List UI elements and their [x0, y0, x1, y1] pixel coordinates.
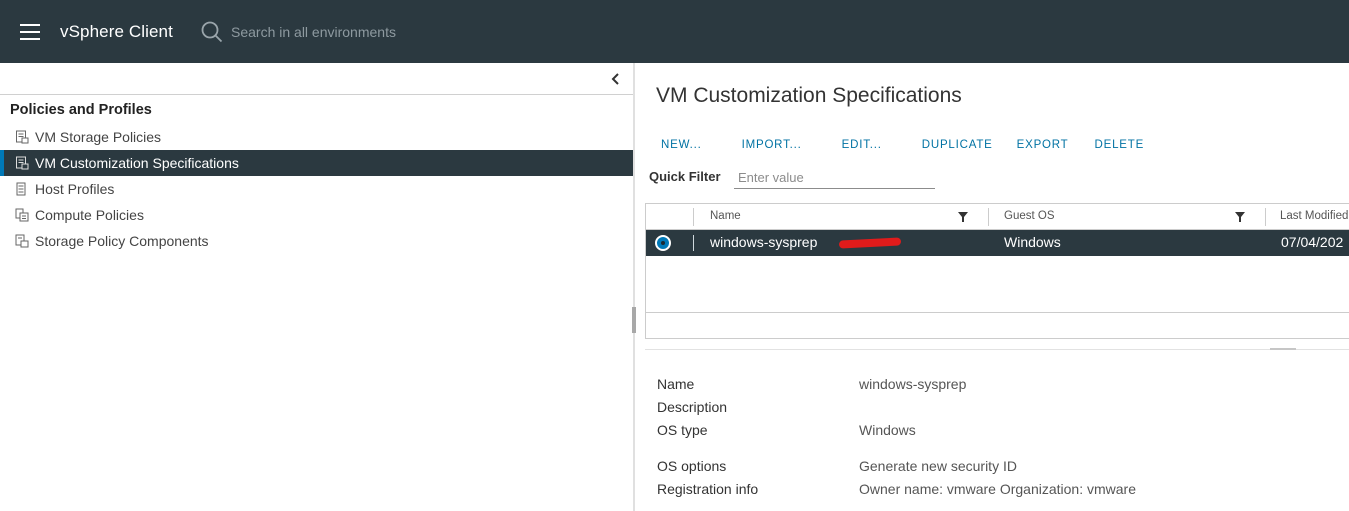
main-content: VM Customization Specifications NEW... I… [635, 63, 1349, 511]
detail-value: Windows [859, 422, 916, 438]
column-separator[interactable] [1265, 208, 1266, 226]
table-row[interactable]: windows-sysprep Windows 07/04/202 [646, 230, 1349, 256]
sidebar-item-vm-storage-policies[interactable]: VM Storage Policies [0, 124, 633, 150]
sidebar-item-label: Host Profiles [35, 181, 115, 197]
edit-button[interactable]: EDIT... [814, 139, 894, 151]
cell-last-modified: 07/04/202 [1281, 234, 1344, 250]
quick-filter-label: Quick Filter [649, 169, 721, 184]
column-separator[interactable] [988, 208, 989, 226]
column-header-guest-os[interactable]: Guest OS [1004, 210, 1055, 222]
action-toolbar: NEW... IMPORT... EDIT... DUPLICATE EXPOR… [649, 139, 1156, 151]
customization-spec-icon [16, 156, 29, 170]
grid-header: Name Guest OS Last Modified [646, 204, 1349, 230]
duplicate-button[interactable]: DUPLICATE [894, 139, 1005, 151]
app-title[interactable]: vSphere Client [60, 22, 173, 42]
detail-row-os-type: OS type Windows [657, 422, 1349, 442]
nav-list: VM Storage Policies VM Customization Spe… [0, 124, 633, 254]
export-button[interactable]: EXPORT [1005, 139, 1081, 151]
chevron-left-icon[interactable] [609, 71, 623, 87]
row-separator [693, 235, 694, 251]
hamburger-menu-icon[interactable] [20, 24, 40, 40]
detail-key: OS type [657, 422, 708, 438]
filter-icon[interactable] [958, 212, 968, 222]
redaction-mark [838, 237, 902, 249]
detail-divider [645, 349, 1349, 350]
detail-key: Registration info [657, 481, 759, 497]
section-title: Policies and Profiles [10, 102, 152, 118]
collapse-bar [0, 63, 633, 95]
cell-guest-os: Windows [1004, 234, 1061, 250]
detail-row-registration-info: Registration info Owner name: vmware Org… [657, 481, 1349, 501]
search-icon [201, 21, 223, 43]
cell-name: windows-sysprep [710, 234, 818, 250]
sidebar-item-host-profiles[interactable]: Host Profiles [0, 176, 633, 202]
storage-policy-icon [16, 130, 29, 144]
storage-component-icon [15, 234, 29, 248]
detail-row-description: Description [657, 399, 1349, 419]
column-separator [693, 208, 694, 226]
page-title: VM Customization Specifications [656, 84, 962, 107]
detail-row-os-options: OS options Generate new security ID [657, 458, 1349, 478]
delete-button[interactable]: DELETE [1081, 139, 1157, 151]
sidebar-item-vm-customization-specifications[interactable]: VM Customization Specifications [0, 150, 633, 176]
detail-value: windows-sysprep [859, 376, 967, 392]
top-header: vSphere Client [0, 0, 1349, 63]
column-header-last-modified[interactable]: Last Modified [1280, 210, 1348, 222]
detail-value: Generate new security ID [859, 458, 1017, 474]
detail-key: Name [657, 376, 695, 392]
sidebar-item-label: VM Storage Policies [35, 129, 162, 145]
global-search-input[interactable] [231, 20, 531, 44]
sidebar-item-label: Compute Policies [35, 207, 144, 223]
column-header-name[interactable]: Name [710, 210, 741, 222]
import-button[interactable]: IMPORT... [714, 139, 814, 151]
detail-key: Description [657, 399, 728, 415]
detail-resize-handle[interactable] [1270, 348, 1296, 350]
detail-key: OS options [657, 458, 727, 474]
compute-policy-icon [15, 208, 29, 222]
grid-footer [646, 312, 1349, 313]
quick-filter-input[interactable] [734, 167, 935, 189]
sidebar-item-label: Storage Policy Components [35, 233, 209, 249]
detail-row-name: Name windows-sysprep [657, 376, 1349, 396]
host-profile-icon [16, 182, 26, 196]
specs-datagrid: Name Guest OS Last Modified windows-sysp… [645, 203, 1349, 339]
new-button[interactable]: NEW... [649, 139, 714, 151]
sidebar-item-label: VM Customization Specifications [35, 155, 239, 171]
filter-icon[interactable] [1235, 212, 1245, 222]
row-select-radio[interactable] [655, 235, 671, 251]
detail-value: Owner name: vmware Organization: vmware [859, 481, 1136, 497]
sidebar-item-storage-policy-components[interactable]: Storage Policy Components [0, 228, 633, 254]
sidebar-item-compute-policies[interactable]: Compute Policies [0, 202, 633, 228]
left-navigation-panel: Policies and Profiles VM Storage Policie… [0, 63, 633, 511]
